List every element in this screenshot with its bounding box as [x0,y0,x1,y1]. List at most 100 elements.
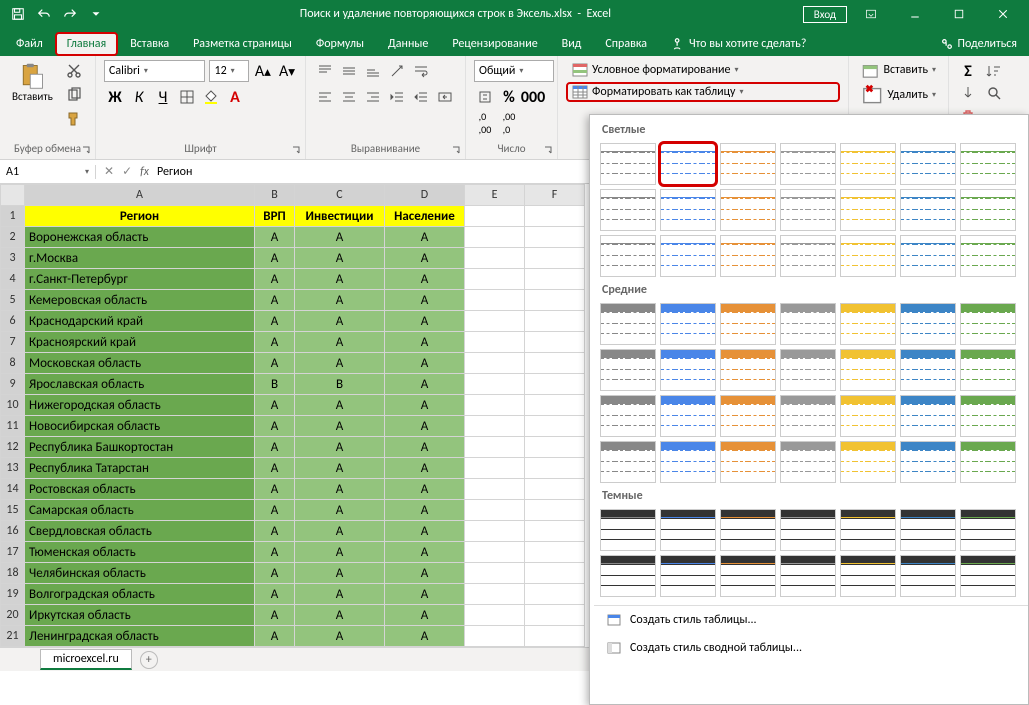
table-style-swatch[interactable] [840,441,896,483]
data-cell[interactable]: A [255,248,295,269]
new-pivot-style-button[interactable]: Создать стиль сводной таблицы... [594,634,1028,662]
data-cell[interactable]: A [385,290,465,311]
merge-cells-icon[interactable] [434,86,456,108]
table-style-swatch[interactable] [600,189,656,231]
region-cell[interactable]: Тюменская область [25,542,255,563]
login-button[interactable]: Вход [803,6,847,23]
table-style-swatch[interactable] [840,143,896,185]
tab-insert[interactable]: Вставка [118,32,181,56]
region-cell[interactable]: Республика Башкортостан [25,437,255,458]
region-cell[interactable]: Свердловская область [25,521,255,542]
col-header[interactable]: C [295,185,385,206]
col-header[interactable]: D [385,185,465,206]
region-cell[interactable]: г.Москва [25,248,255,269]
table-style-swatch[interactable] [600,395,656,437]
add-sheet-button[interactable]: + [140,651,158,669]
decrease-indent-icon[interactable] [386,86,408,108]
row-header[interactable]: 9 [1,374,25,395]
region-cell[interactable]: Челябинская область [25,563,255,584]
table-style-swatch[interactable] [780,189,836,231]
data-cell[interactable]: A [385,521,465,542]
data-cell[interactable]: A [385,374,465,395]
decrease-font-icon[interactable]: A▾ [277,60,297,82]
data-cell[interactable]: A [385,605,465,626]
table-style-swatch[interactable] [960,395,1016,437]
font-size-combo[interactable]: 12▾ [209,60,248,82]
data-cell[interactable]: A [295,227,385,248]
maximize-icon[interactable] [939,0,979,28]
table-style-swatch[interactable] [900,395,956,437]
align-middle-icon[interactable] [338,60,360,82]
formula-text[interactable]: Регион [157,165,192,179]
table-style-swatch[interactable] [840,555,896,597]
region-cell[interactable]: Нижегородская область [25,395,255,416]
table-style-swatch[interactable] [600,509,656,551]
data-cell[interactable]: A [255,458,295,479]
table-style-swatch[interactable] [720,441,776,483]
data-cell[interactable]: A [255,479,295,500]
col-header[interactable]: B [255,185,295,206]
spreadsheet-grid[interactable]: ABCDEF1РегионВРПИнвестицииНаселение2Воро… [0,184,585,647]
data-cell[interactable]: A [295,353,385,374]
table-style-swatch[interactable] [960,349,1016,391]
data-cell[interactable]: A [385,269,465,290]
fill-color-icon[interactable] [200,86,222,108]
data-cell[interactable]: A [255,416,295,437]
data-cell[interactable]: A [295,500,385,521]
table-style-swatch[interactable] [780,303,836,345]
table-style-swatch[interactable] [660,189,716,231]
increase-decimal-icon[interactable]: ,0,00 [474,112,496,134]
tab-data[interactable]: Данные [376,32,440,56]
table-style-swatch[interactable] [840,395,896,437]
table-style-swatch[interactable] [660,441,716,483]
table-style-swatch[interactable] [720,395,776,437]
tab-file[interactable]: Файл [4,32,55,56]
table-style-swatch[interactable] [960,143,1016,185]
data-cell[interactable]: A [385,248,465,269]
table-style-swatch[interactable] [660,303,716,345]
data-cell[interactable]: A [385,353,465,374]
table-style-swatch[interactable] [900,189,956,231]
data-cell[interactable]: A [295,563,385,584]
font-launcher-icon[interactable] [290,144,302,156]
table-style-swatch[interactable] [960,235,1016,277]
enter-formula-icon[interactable]: ✓ [122,164,132,179]
data-cell[interactable]: A [385,227,465,248]
region-cell[interactable]: Ярославская область [25,374,255,395]
align-bottom-icon[interactable] [362,60,384,82]
data-cell[interactable]: A [255,269,295,290]
data-cell[interactable]: B [255,374,295,395]
region-cell[interactable]: Новосибирская область [25,416,255,437]
col-header[interactable]: A [25,185,255,206]
table-style-swatch[interactable] [840,303,896,345]
region-cell[interactable]: Кемеровская область [25,290,255,311]
data-cell[interactable]: A [385,395,465,416]
autosum-icon[interactable]: Σ [957,60,979,82]
header-cell[interactable]: Население [385,206,465,227]
table-style-swatch[interactable] [780,395,836,437]
data-cell[interactable]: A [295,395,385,416]
table-style-swatch[interactable] [840,349,896,391]
align-center-icon[interactable] [338,86,360,108]
table-style-swatch[interactable] [780,349,836,391]
decrease-decimal-icon[interactable]: ,00,0 [498,112,520,134]
row-header[interactable]: 20 [1,605,25,626]
wrap-text-icon[interactable] [410,60,432,82]
row-header[interactable]: 14 [1,479,25,500]
header-cell[interactable]: Регион [25,206,255,227]
table-style-swatch[interactable] [900,235,956,277]
accounting-format-icon[interactable] [474,86,496,108]
region-cell[interactable]: Иркутская область [25,605,255,626]
table-style-swatch[interactable] [960,303,1016,345]
table-style-swatch[interactable] [780,555,836,597]
tab-formulas[interactable]: Формулы [304,32,376,56]
increase-indent-icon[interactable] [410,86,432,108]
tab-view[interactable]: Вид [550,32,594,56]
comma-format-icon[interactable]: 000 [522,86,544,108]
data-cell[interactable]: A [385,416,465,437]
col-header[interactable]: E [465,185,525,206]
ribbon-options-icon[interactable] [851,0,891,28]
data-cell[interactable]: A [385,332,465,353]
table-style-swatch[interactable] [660,349,716,391]
table-style-swatch[interactable] [900,303,956,345]
